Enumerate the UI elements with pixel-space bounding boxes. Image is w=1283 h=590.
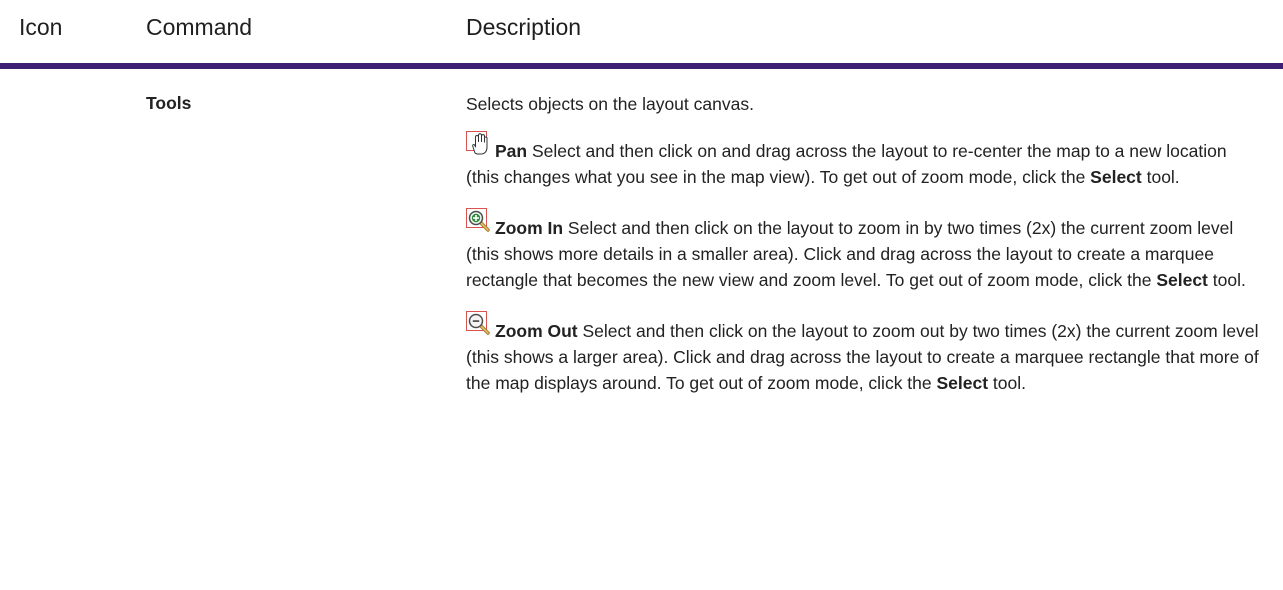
tool-name-zoom-out: Zoom Out [495, 321, 578, 341]
tool-description-zoom-in: Zoom In Select and then click on the lay… [466, 208, 1262, 293]
tool-name-zoom-in: Zoom In [495, 218, 564, 238]
column-header-icon: Icon [19, 14, 63, 40]
tool-text-zoom-out-end: tool. [988, 373, 1027, 393]
command-name: Tools [146, 93, 192, 113]
tool-text-pan-end: tool. [1141, 167, 1180, 187]
select-tool-reference: Select [1156, 270, 1208, 290]
tool-text-zoom-in: Select and then click on the layout to z… [466, 218, 1234, 290]
table-header: Icon Command Description [0, 0, 1283, 69]
pan-hand-icon [466, 131, 491, 161]
tool-text-zoom-in-end: tool. [1207, 270, 1246, 290]
select-tool-reference: Select [936, 373, 989, 393]
column-header-command: Command [146, 14, 253, 40]
description-intro: Selects objects on the layout canvas. [466, 94, 754, 114]
tool-description-pan: Pan Select and then click on and drag ac… [466, 131, 1262, 190]
tool-name-pan: Pan [495, 141, 528, 161]
zoom-out-icon [466, 311, 491, 341]
column-header-description: Description [466, 14, 582, 40]
tool-description-zoom-out: Zoom Out Select and then click on the la… [466, 311, 1262, 396]
header-divider [0, 63, 1283, 69]
zoom-in-icon [466, 208, 491, 238]
tool-text-zoom-out: Select and then click on the layout to z… [466, 321, 1259, 393]
select-tool-reference: Select [1090, 167, 1142, 187]
description-cell: Selects objects on the layout canvas. Pa… [466, 91, 1262, 420]
